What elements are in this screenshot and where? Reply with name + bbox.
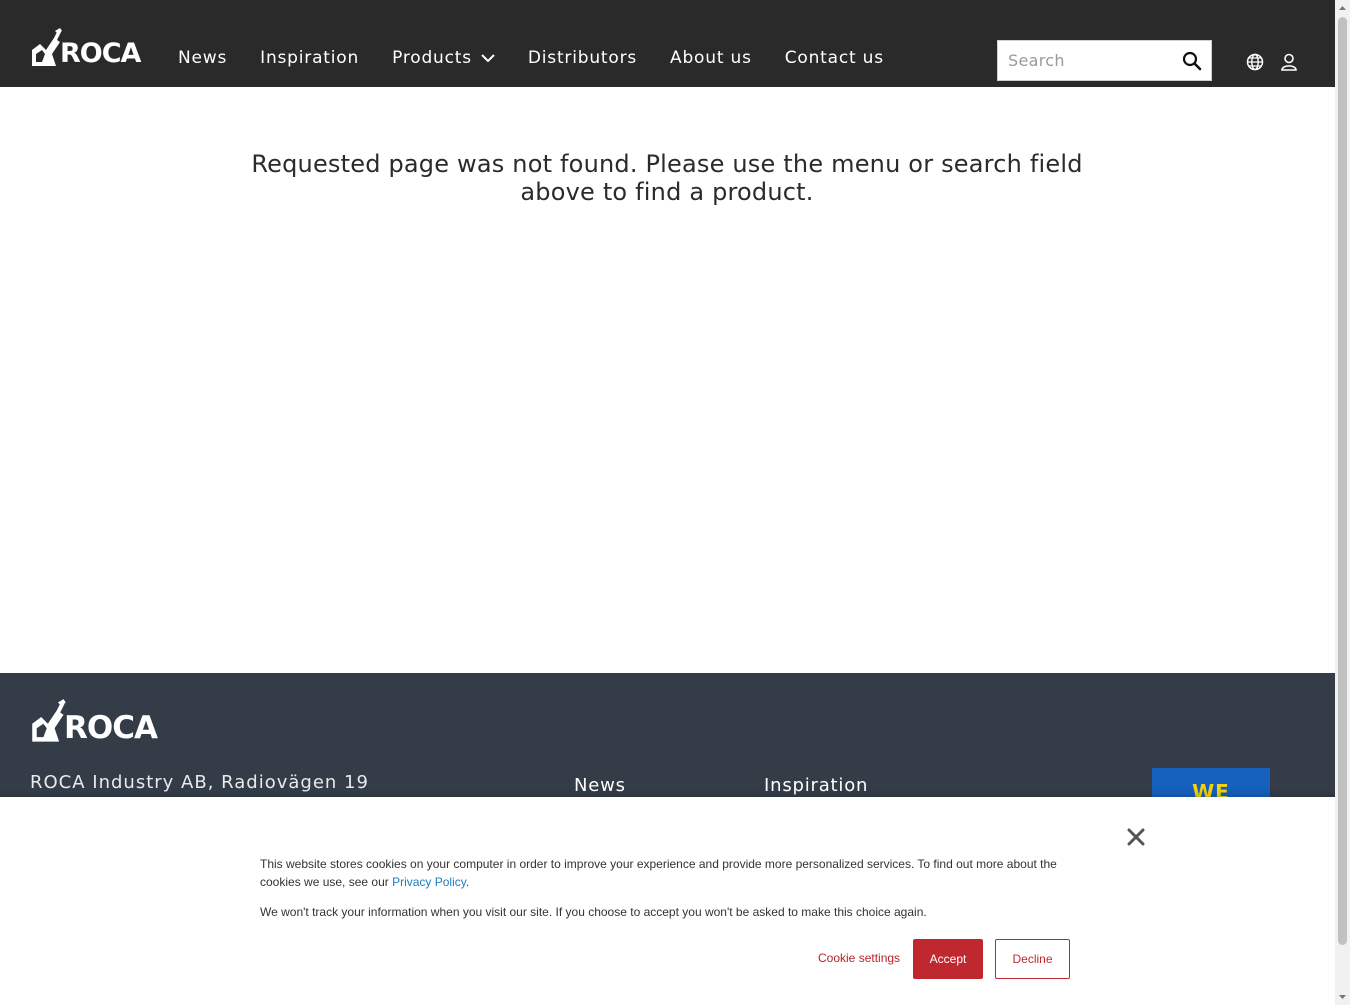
roca-logo-icon [32,699,66,742]
nav-products[interactable]: Products [392,48,495,68]
nav-news[interactable]: News [178,48,227,68]
footer-link-inspiration[interactable]: Inspiration [764,775,869,798]
footer-logo-link[interactable]: ROCA [30,699,158,746]
privacy-policy-link[interactable]: Privacy Policy [392,875,466,889]
nav-contact[interactable]: Contact us [785,48,884,68]
decline-button[interactable]: Decline [995,939,1070,979]
logo-text: ROCA [60,38,141,69]
nav-inspiration[interactable]: Inspiration [260,48,359,68]
close-icon[interactable] [1125,826,1147,848]
cookie-banner: This website stores cookies on your comp… [0,797,1335,1005]
nav-products-label: Products [392,48,472,68]
globe-icon[interactable] [1245,52,1265,72]
search-input[interactable] [998,41,1168,80]
nav-distributors[interactable]: Distributors [528,48,637,68]
accept-button[interactable]: Accept [913,939,983,979]
search-icon[interactable] [1182,51,1202,71]
main-nav: News Inspiration Products Distributors A… [178,48,917,68]
footer-address: ROCA Industry AB, Radiovägen 19 [30,772,369,793]
footer-logo-text: ROCA [64,710,158,746]
cookie-text-period: . [465,875,470,889]
page-scrollbar[interactable] [1335,0,1350,1005]
chevron-down-icon [481,53,495,62]
scrollbar-thumb[interactable] [1338,17,1347,945]
search-box [997,40,1212,81]
nav-about[interactable]: About us [670,48,752,68]
cookie-text-primary: This website stores cookies on your comp… [260,855,1080,891]
footer-link-news[interactable]: News [574,775,626,798]
site-header: ROCA News Inspiration Products Distribut… [0,0,1335,87]
user-icon[interactable] [1279,52,1299,72]
cookie-text-intro: This website stores cookies on your comp… [260,857,1057,889]
roca-logo-icon [32,28,62,66]
roca-logo-link[interactable]: ROCA [30,28,141,69]
cookie-text-secondary: We won't track your information when you… [260,905,927,919]
scroll-down-arrow-icon[interactable] [1338,992,1347,1001]
not-found-message: Requested page was not found. Please use… [251,150,1083,206]
cookie-settings-button[interactable]: Cookie settings [818,951,900,965]
scroll-up-arrow-icon[interactable] [1338,4,1347,13]
